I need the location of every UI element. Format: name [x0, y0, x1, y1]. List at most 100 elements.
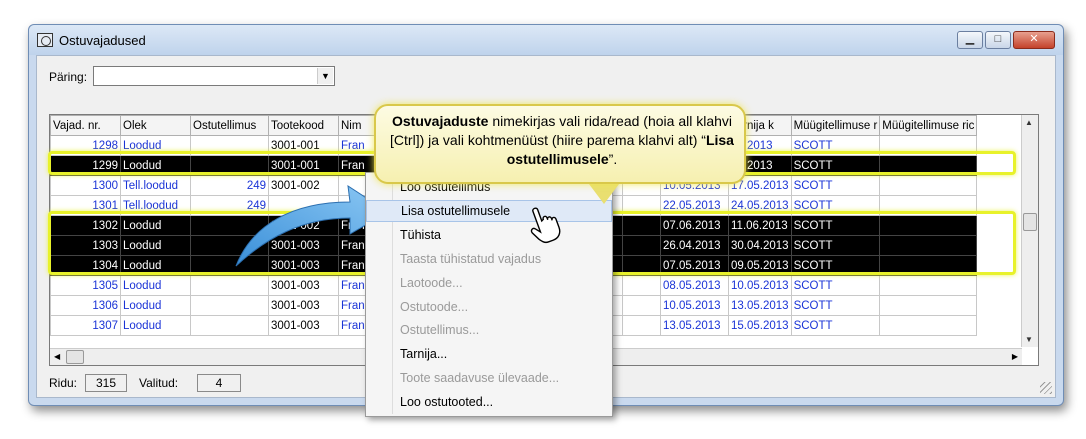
table-cell[interactable]: SCOTT [790, 315, 881, 336]
menu-item[interactable]: Lisa ostutellimusele [366, 199, 612, 222]
table-cell[interactable]: 30.04.2013 [728, 235, 792, 256]
maximize-button[interactable]: □ [985, 31, 1011, 49]
table-cell[interactable] [879, 235, 978, 256]
table-cell[interactable] [190, 215, 269, 236]
column-header[interactable]: Tootekood [268, 115, 339, 136]
table-cell[interactable]: 13.05.2013 [660, 315, 729, 336]
menu-item[interactable]: Tühista [366, 224, 612, 246]
table-cell[interactable]: 3001-002 [268, 215, 339, 236]
table-cell[interactable] [879, 215, 978, 236]
menu-item[interactable]: Tarnija... [366, 343, 612, 365]
scroll-up-icon[interactable]: ▲ [1025, 118, 1033, 127]
table-cell[interactable]: Loodud [120, 295, 191, 316]
table-cell[interactable]: Loodud [120, 135, 191, 156]
table-cell[interactable]: Loodud [120, 255, 191, 276]
table-cell[interactable]: 3001-003 [268, 235, 339, 256]
table-cell[interactable]: 08.05.2013 [660, 275, 729, 296]
scroll-right-icon[interactable]: ▶ [1012, 352, 1018, 361]
table-cell[interactable] [190, 135, 269, 156]
minimize-button[interactable]: ▁ [957, 31, 983, 49]
table-cell[interactable]: 249 [190, 195, 269, 216]
table-cell[interactable]: 3001-003 [268, 275, 339, 296]
table-cell[interactable]: 1306 [50, 295, 121, 316]
menu-item[interactable]: Laotoode... [366, 272, 612, 294]
menu-item[interactable]: Taasta tühistatud vajadus [366, 248, 612, 270]
table-cell[interactable]: 10.05.2013 [660, 295, 729, 316]
table-cell[interactable]: 1305 [50, 275, 121, 296]
table-cell[interactable] [622, 275, 661, 296]
table-cell[interactable] [622, 195, 661, 216]
menu-item[interactable]: Ostutoode... [366, 296, 612, 318]
table-cell[interactable] [622, 255, 661, 276]
table-cell[interactable]: 3001-002 [268, 175, 339, 196]
table-cell[interactable]: SCOTT [790, 195, 881, 216]
table-cell[interactable] [622, 215, 661, 236]
table-cell[interactable]: 3001-001 [268, 155, 339, 176]
table-cell[interactable]: SCOTT [790, 215, 881, 236]
table-cell[interactable]: SCOTT [790, 255, 881, 276]
column-header[interactable]: Vajad. nr. [50, 115, 121, 136]
table-cell[interactable]: Fran [338, 135, 379, 156]
column-header[interactable]: Nim [338, 115, 379, 136]
table-cell[interactable] [622, 315, 661, 336]
table-cell[interactable]: 1298 [50, 135, 121, 156]
table-cell[interactable]: 1299 [50, 155, 121, 176]
table-cell[interactable] [190, 155, 269, 176]
table-cell[interactable]: Tell.loodud [120, 175, 191, 196]
table-cell[interactable]: 1307 [50, 315, 121, 336]
table-cell[interactable]: Tell.loodud [120, 195, 191, 216]
chevron-down-icon[interactable]: ▼ [317, 68, 333, 84]
table-cell[interactable]: 3001-003 [268, 255, 339, 276]
table-cell[interactable]: 1303 [50, 235, 121, 256]
table-cell[interactable] [879, 315, 978, 336]
table-cell[interactable]: SCOTT [790, 235, 881, 256]
table-cell[interactable]: 09.05.2013 [728, 255, 792, 276]
table-cell[interactable] [879, 155, 978, 176]
table-cell[interactable]: 11.06.2013 [728, 215, 792, 236]
title-bar[interactable]: Ostuvajadused ▁ □ ✕ [29, 25, 1063, 55]
column-header[interactable]: Olek [120, 115, 191, 136]
column-header[interactable]: Müügitellimuse ric [879, 115, 978, 136]
table-cell[interactable]: 1302 [50, 215, 121, 236]
menu-item[interactable]: Toote saadavuse ülevaade... [366, 367, 612, 389]
table-cell[interactable]: 1300 [50, 175, 121, 196]
table-cell[interactable] [190, 235, 269, 256]
table-cell[interactable]: Loodud [120, 235, 191, 256]
table-cell[interactable] [879, 295, 978, 316]
horizontal-scroll-thumb[interactable] [66, 350, 84, 364]
close-button[interactable]: ✕ [1013, 31, 1055, 49]
table-cell[interactable]: SCOTT [790, 295, 881, 316]
table-cell[interactable]: 3001-003 [268, 295, 339, 316]
table-cell[interactable] [190, 255, 269, 276]
table-cell[interactable]: 22.05.2013 [660, 195, 729, 216]
table-cell[interactable]: 13.05.2013 [728, 295, 792, 316]
table-cell[interactable]: 1304 [50, 255, 121, 276]
table-cell[interactable] [879, 175, 978, 196]
table-cell[interactable]: Loodud [120, 155, 191, 176]
menu-item[interactable]: Loo ostutooted... [366, 391, 612, 413]
table-cell[interactable] [879, 255, 978, 276]
table-cell[interactable] [879, 275, 978, 296]
table-cell[interactable]: 07.06.2013 [660, 215, 729, 236]
table-cell[interactable]: 1301 [50, 195, 121, 216]
table-cell[interactable] [622, 295, 661, 316]
table-cell[interactable] [190, 295, 269, 316]
table-cell[interactable] [190, 275, 269, 296]
column-header[interactable]: Müügitellimuse r [790, 115, 881, 136]
table-cell[interactable]: SCOTT [790, 275, 881, 296]
table-cell[interactable]: Loodud [120, 275, 191, 296]
table-cell[interactable] [879, 195, 978, 216]
resize-grip-icon[interactable] [1040, 382, 1052, 394]
table-cell[interactable]: 24.05.2013 [728, 195, 792, 216]
vertical-scrollbar[interactable]: ▲ ▼ [1021, 115, 1038, 347]
vertical-scroll-thumb[interactable] [1023, 213, 1037, 231]
table-cell[interactable] [190, 315, 269, 336]
menu-item[interactable]: Ostutellimus... [366, 319, 612, 341]
table-cell[interactable] [879, 135, 978, 156]
table-cell[interactable]: SCOTT [790, 175, 881, 196]
table-cell[interactable]: 10.05.2013 [728, 275, 792, 296]
query-dropdown[interactable]: ▼ [93, 66, 335, 86]
column-header[interactable]: Ostutellimus [190, 115, 269, 136]
scroll-left-icon[interactable]: ◀ [54, 352, 60, 361]
table-cell[interactable]: 3001-003 [268, 315, 339, 336]
